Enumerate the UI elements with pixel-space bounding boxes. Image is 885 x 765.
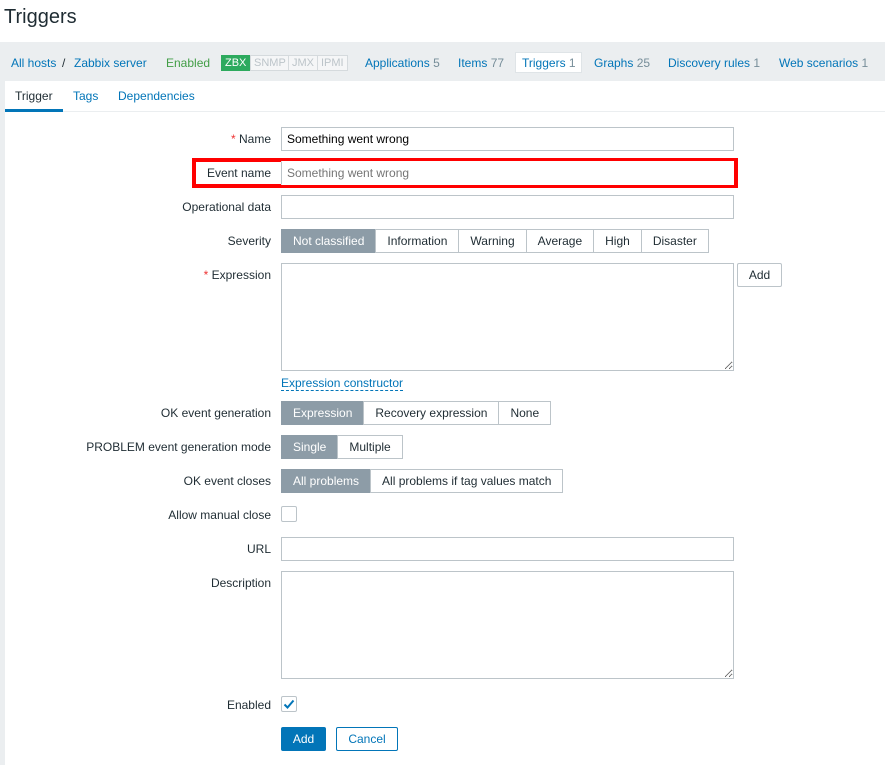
add-button[interactable]: Add — [281, 727, 326, 751]
tab-label: Applications — [365, 56, 430, 70]
description-label: Description — [210, 576, 271, 590]
breadcrumb-host[interactable]: Zabbix server — [74, 56, 147, 70]
severity-warning[interactable]: Warning — [458, 229, 527, 253]
form-tab-trigger[interactable]: Trigger — [15, 89, 53, 103]
tab-label: Discovery rules — [668, 56, 751, 70]
enabled-checkbox[interactable] — [281, 696, 297, 712]
snmp-badge: SNMP — [250, 55, 290, 71]
description-textarea[interactable] — [281, 571, 734, 679]
ok-gen-expression[interactable]: Expression — [281, 401, 365, 425]
name-input[interactable] — [281, 127, 734, 151]
active-tab-indicator — [5, 109, 63, 112]
form-tab-dependencies[interactable]: Dependencies — [118, 89, 195, 103]
ok-closes-tag-match[interactable]: All problems if tag values match — [370, 469, 564, 493]
expression-constructor-link[interactable]: Expression constructor — [281, 376, 404, 391]
label-text: Name — [238, 132, 271, 146]
tab-divider — [5, 111, 885, 112]
tab-items[interactable]: Items 77 — [458, 56, 504, 70]
expression-label: * Expression — [203, 268, 271, 282]
tab-triggers[interactable]: Triggers 1 — [522, 56, 576, 70]
checkmark-icon — [283, 699, 295, 709]
tab-graphs[interactable]: Graphs 25 — [594, 56, 650, 70]
event-name-input[interactable] — [281, 161, 734, 185]
tab-label: Graphs — [594, 56, 634, 70]
tab-web-scenarios[interactable]: Web scenarios 1 — [779, 56, 868, 70]
page-header — [0, 0, 885, 42]
ipmi-badge: IPMI — [317, 55, 348, 71]
expression-textarea[interactable] — [281, 263, 734, 371]
severity-selector: Not classified Information Warning Avera… — [281, 229, 709, 253]
ok-gen-selector: Expression Recovery expression None — [281, 401, 552, 425]
tab-label: Triggers — [522, 56, 566, 70]
problem-mode-single[interactable]: Single — [281, 435, 339, 459]
tab-count: 5 — [433, 56, 440, 70]
opdata-input[interactable] — [281, 195, 734, 219]
jmx-badge: JMX — [288, 55, 318, 71]
tab-count: 1 — [568, 56, 576, 70]
zbx-badge: ZBX — [221, 55, 251, 71]
tab-label: Items — [458, 56, 488, 70]
severity-average[interactable]: Average — [525, 229, 595, 253]
tab-count: 77 — [490, 56, 505, 70]
name-label: * Name — [230, 132, 271, 146]
ok-gen-none[interactable]: None — [498, 401, 552, 425]
severity-high[interactable]: High — [593, 229, 642, 253]
url-input[interactable] — [281, 537, 734, 561]
opdata-label: Operational data — [182, 200, 271, 214]
severity-not-classified[interactable]: Not classified — [281, 229, 377, 253]
page-title: Triggers — [4, 6, 77, 28]
ok-gen-label: OK event generation — [160, 406, 271, 420]
ok-closes-selector: All problems All problems if tag values … — [281, 469, 564, 493]
ok-closes-all[interactable]: All problems — [281, 469, 372, 493]
severity-label: Severity — [227, 234, 271, 248]
url-label: URL — [246, 542, 271, 556]
ok-gen-recovery[interactable]: Recovery expression — [363, 401, 500, 425]
tab-applications[interactable]: Applications 5 — [365, 56, 440, 70]
label-text: Expression — [211, 268, 271, 282]
tab-label: Web scenarios — [779, 56, 859, 70]
tab-count: 25 — [636, 56, 651, 70]
severity-information[interactable]: Information — [375, 229, 460, 253]
problem-mode-selector: Single Multiple — [281, 435, 403, 459]
expression-add-button[interactable]: Add — [737, 263, 782, 287]
problem-mode-label: PROBLEM event generation mode — [86, 440, 271, 454]
host-status[interactable]: Enabled — [166, 56, 210, 70]
severity-disaster[interactable]: Disaster — [640, 229, 709, 253]
tab-count: 1 — [861, 56, 869, 70]
tab-count: 1 — [753, 56, 761, 70]
ok-closes-label: OK event closes — [183, 474, 271, 488]
form-tab-tags[interactable]: Tags — [73, 89, 98, 103]
breadcrumb-separator: / — [62, 56, 66, 70]
breadcrumb-all-hosts[interactable]: All hosts — [11, 56, 56, 70]
problem-mode-multiple[interactable]: Multiple — [337, 435, 403, 459]
cancel-button[interactable]: Cancel — [336, 727, 398, 751]
tab-discovery-rules[interactable]: Discovery rules 1 — [668, 56, 760, 70]
manual-close-checkbox[interactable] — [281, 506, 297, 522]
enabled-label: Enabled — [226, 698, 271, 712]
event-name-label: Event name — [206, 166, 271, 180]
manual-close-label: Allow manual close — [168, 508, 271, 522]
